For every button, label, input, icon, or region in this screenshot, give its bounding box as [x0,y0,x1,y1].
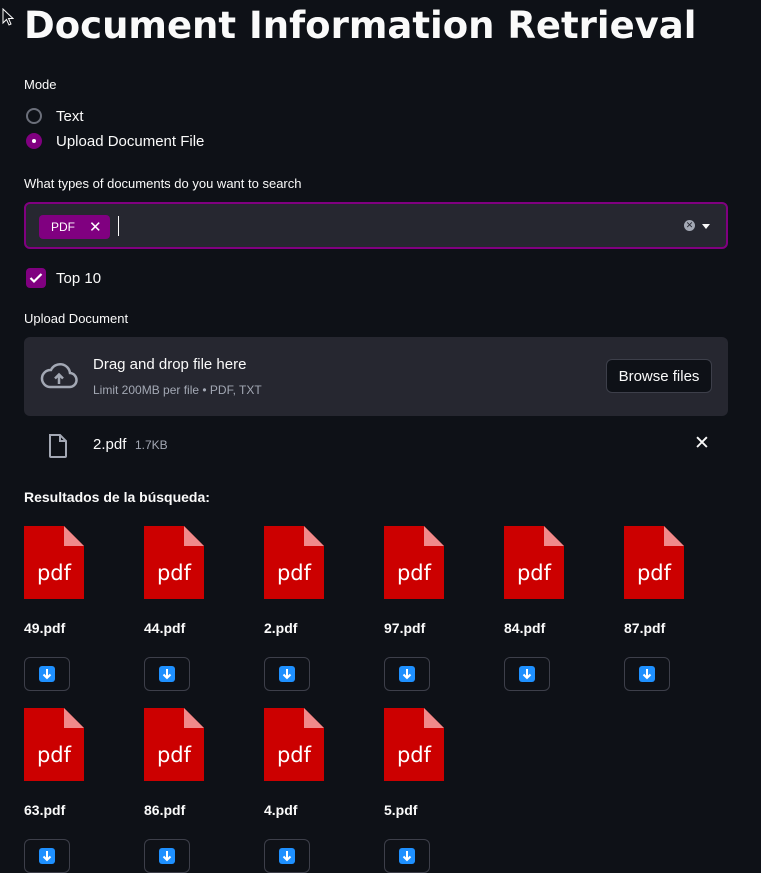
pdf-file-icon: pdf [264,708,324,781]
result-file-name: 97.pdf [384,620,426,636]
pdf-icon-label: pdf [517,561,552,585]
download-button[interactable] [264,839,310,873]
uploaded-file-row: 2.pdf 1.7KB ✕ [24,428,728,462]
result-file-name: 2.pdf [264,620,298,636]
pdf-icon-label: pdf [37,561,72,585]
download-arrow-icon [399,666,415,682]
radio-button-checked[interactable] [26,133,42,149]
download-arrow-icon [519,666,535,682]
file-name: 2.pdf [93,436,127,453]
pdf-icon-label: pdf [637,561,672,585]
download-arrow-icon [279,848,295,864]
download-button[interactable] [504,657,550,691]
pdf-icon-label: pdf [397,561,432,585]
top10-label: Top 10 [56,269,102,287]
download-button[interactable] [144,657,190,691]
doc-types-label: What types of documents do you want to s… [24,176,302,191]
upload-label: Upload Document [24,311,129,326]
mode-label: Mode [24,77,57,92]
result-file-name: 49.pdf [24,620,66,636]
checkmark-icon [29,273,43,284]
text-caret [118,216,119,236]
radio-option-label: Text [56,107,84,125]
result-file-name: 87.pdf [624,620,666,636]
download-button[interactable] [264,657,310,691]
result-file-name: 63.pdf [24,802,66,818]
pdf-file-icon: pdf [624,526,684,599]
dropzone-title: Drag and drop file here [93,356,247,373]
pdf-icon-label: pdf [157,743,192,767]
result-file-name: 84.pdf [504,620,546,636]
pdf-icon-label: pdf [277,743,312,767]
top10-checkbox-row[interactable]: Top 10 [24,266,101,290]
download-arrow-icon [279,666,295,682]
pdf-file-icon: pdf [144,708,204,781]
result-file-name: 5.pdf [384,802,418,818]
pdf-file-icon: pdf [24,526,84,599]
selected-chip-pdf: PDF ✕ [39,215,110,239]
pdf-icon-label: pdf [397,743,432,767]
pdf-icon-label: pdf [157,561,192,585]
doc-types-multiselect[interactable]: PDF ✕ ✕ [24,202,728,249]
file-icon [49,434,67,458]
file-size: 1.7KB [135,438,168,452]
radio-option-text[interactable]: Text [24,104,84,128]
download-arrow-icon [159,848,175,864]
result-file-name: 86.pdf [144,802,186,818]
pdf-file-icon: pdf [384,526,444,599]
download-button[interactable] [24,657,70,691]
top10-checkbox[interactable] [26,268,46,288]
page-title: Document Information Retrieval [24,4,697,47]
results-title: Resultados de la búsqueda: [24,489,210,505]
radio-button-unchecked[interactable] [26,108,42,124]
pdf-file-icon: pdf [384,708,444,781]
pdf-file-icon: pdf [264,526,324,599]
download-button[interactable] [24,839,70,873]
pdf-icon-label: pdf [37,743,72,767]
download-arrow-icon [159,666,175,682]
download-arrow-icon [39,666,55,682]
radio-option-label: Upload Document File [56,132,205,150]
radio-option-upload[interactable]: Upload Document File [24,129,204,153]
pdf-file-icon: pdf [504,526,564,599]
pdf-file-icon: pdf [144,526,204,599]
download-button[interactable] [384,839,430,873]
dropzone-limit: Limit 200MB per file • PDF, TXT [93,383,262,397]
result-file-name: 44.pdf [144,620,186,636]
download-button[interactable] [384,657,430,691]
chip-label: PDF [51,220,75,234]
mouse-pointer-icon [2,8,14,26]
browse-files-button[interactable]: Browse files [606,359,712,393]
pdf-file-icon: pdf [24,708,84,781]
result-file-name: 4.pdf [264,802,298,818]
close-icon[interactable]: ✕ [694,432,710,455]
download-button[interactable] [144,839,190,873]
download-arrow-icon [639,666,655,682]
download-arrow-icon [399,848,415,864]
pdf-icon-label: pdf [277,561,312,585]
clear-all-icon[interactable]: ✕ [684,220,695,231]
chip-remove-icon[interactable]: ✕ [89,218,102,236]
download-arrow-icon [39,848,55,864]
chevron-down-icon[interactable] [702,224,710,229]
download-button[interactable] [624,657,670,691]
cloud-upload-icon [40,363,78,389]
file-dropzone[interactable]: Drag and drop file here Limit 200MB per … [24,337,728,416]
